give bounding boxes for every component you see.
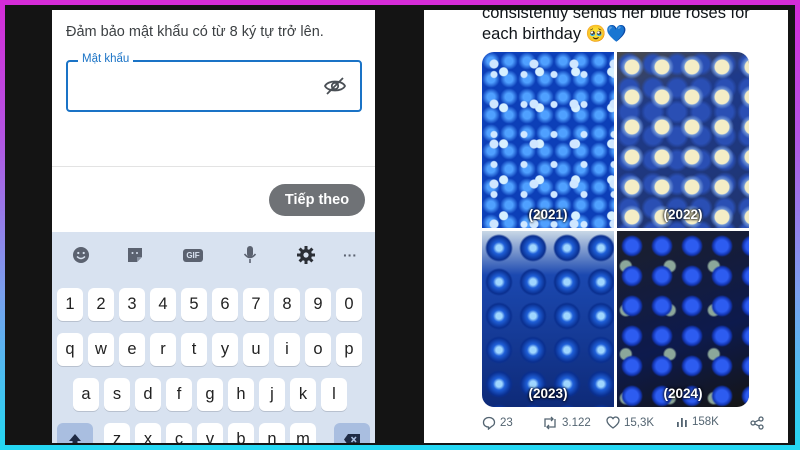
tweet-text: consistently sends her blue roses for ea… <box>482 10 778 45</box>
key-t[interactable]: t <box>181 333 207 366</box>
key-x[interactable]: x <box>135 423 161 443</box>
key-2[interactable]: 2 <box>88 288 114 321</box>
photo-year-label: (2023) <box>528 386 568 401</box>
tweet-text-line: each birthday 🥹💙 <box>482 25 627 43</box>
sticker-icon[interactable] <box>124 244 146 266</box>
key-j[interactable]: j <box>259 378 285 411</box>
password-label: Mật khẩu <box>78 53 134 65</box>
repost-button[interactable]: 3.122 <box>542 416 591 430</box>
photo-year-label: (2022) <box>663 207 703 222</box>
bottom-letter-row: z x c v b n m <box>57 423 370 443</box>
views-button[interactable]: 158K <box>676 416 719 428</box>
number-row: 1 2 3 4 5 6 7 8 9 0 <box>57 288 370 321</box>
top-letter-row: q w e r t y u i o p <box>57 333 370 366</box>
share-icon <box>750 416 764 430</box>
key-k[interactable]: k <box>290 378 316 411</box>
onscreen-keyboard: GIF ··· 1 2 3 4 5 6 7 8 9 0 q w e r t y … <box>52 232 375 443</box>
tweet-actions: 23 3.122 15,3K 158K <box>482 416 782 436</box>
share-button[interactable] <box>750 416 764 430</box>
tweet-photo-grid: (2021) (2022) (2023) (2024) <box>482 52 749 407</box>
photo-year-label: (2021) <box>528 207 568 222</box>
eye-off-icon[interactable] <box>322 74 348 98</box>
gif-icon[interactable]: GIF <box>182 244 204 266</box>
view-count: 158K <box>692 416 719 428</box>
key-0[interactable]: 0 <box>336 288 362 321</box>
key-g[interactable]: g <box>197 378 223 411</box>
rose-photo-2022[interactable]: (2022) <box>617 52 749 228</box>
key-a[interactable]: a <box>73 378 99 411</box>
backspace-icon <box>344 434 360 443</box>
middle-letter-row: a s d f g h j k l <box>57 378 370 411</box>
key-u[interactable]: u <box>243 333 269 366</box>
key-f[interactable]: f <box>166 378 192 411</box>
repost-count: 3.122 <box>562 417 591 429</box>
key-l[interactable]: l <box>321 378 347 411</box>
keyboard-toolbar: GIF ··· <box>52 232 375 278</box>
key-c[interactable]: c <box>166 423 192 443</box>
rose-photo-2024[interactable]: (2024) <box>617 231 749 407</box>
settings-icon[interactable] <box>295 244 317 266</box>
key-8[interactable]: 8 <box>274 288 300 321</box>
key-h[interactable]: h <box>228 378 254 411</box>
key-9[interactable]: 9 <box>305 288 331 321</box>
like-button[interactable]: 15,3K <box>606 416 654 429</box>
password-field[interactable]: Mật khẩu <box>66 53 362 112</box>
rose-photo-2023[interactable]: (2023) <box>482 231 614 407</box>
gif-label: GIF <box>183 248 203 262</box>
microphone-icon[interactable] <box>239 244 261 266</box>
more-icon[interactable]: ··· <box>339 244 361 266</box>
key-r[interactable]: r <box>150 333 176 366</box>
key-d[interactable]: d <box>135 378 161 411</box>
photo-year-label: (2024) <box>663 386 703 401</box>
key-p[interactable]: p <box>336 333 362 366</box>
key-3[interactable]: 3 <box>119 288 145 321</box>
key-6[interactable]: 6 <box>212 288 238 321</box>
key-5[interactable]: 5 <box>181 288 207 321</box>
signup-password-screen: Đảm bảo mật khẩu có từ 8 ký tự trở lên. … <box>52 10 375 443</box>
key-w[interactable]: w <box>88 333 114 366</box>
password-hint: Đảm bảo mật khẩu có từ 8 ký tự trở lên. <box>66 24 324 40</box>
key-7[interactable]: 7 <box>243 288 269 321</box>
key-4[interactable]: 4 <box>150 288 176 321</box>
heart-icon <box>606 416 620 429</box>
key-e[interactable]: e <box>119 333 145 366</box>
shift-key[interactable] <box>57 423 93 443</box>
screenshot-stage: Đảm bảo mật khẩu có từ 8 ký tự trở lên. … <box>5 5 795 445</box>
key-i[interactable]: i <box>274 333 300 366</box>
key-z[interactable]: z <box>104 423 130 443</box>
tweet-screen: consistently sends her blue roses for ea… <box>424 10 788 443</box>
key-v[interactable]: v <box>197 423 223 443</box>
key-n[interactable]: n <box>259 423 285 443</box>
repost-icon <box>544 416 556 430</box>
key-b[interactable]: b <box>228 423 254 443</box>
key-q[interactable]: q <box>57 333 83 366</box>
reply-button[interactable]: 23 <box>482 416 513 430</box>
tweet-text-line: consistently sends her blue roses for <box>482 10 750 22</box>
divider <box>52 166 375 167</box>
like-count: 15,3K <box>624 416 655 429</box>
key-s[interactable]: s <box>104 378 130 411</box>
key-m[interactable]: m <box>290 423 316 443</box>
rose-photo-2021[interactable]: (2021) <box>482 52 614 228</box>
reply-icon <box>482 416 496 430</box>
emoji-icon[interactable] <box>70 244 92 266</box>
views-chart-icon <box>677 418 687 427</box>
reply-count: 23 <box>500 417 513 429</box>
next-button[interactable]: Tiếp theo <box>269 184 365 216</box>
backspace-key[interactable] <box>334 423 370 443</box>
key-1[interactable]: 1 <box>57 288 83 321</box>
key-y[interactable]: y <box>212 333 238 366</box>
shift-arrow-icon <box>69 433 81 443</box>
key-o[interactable]: o <box>305 333 331 366</box>
